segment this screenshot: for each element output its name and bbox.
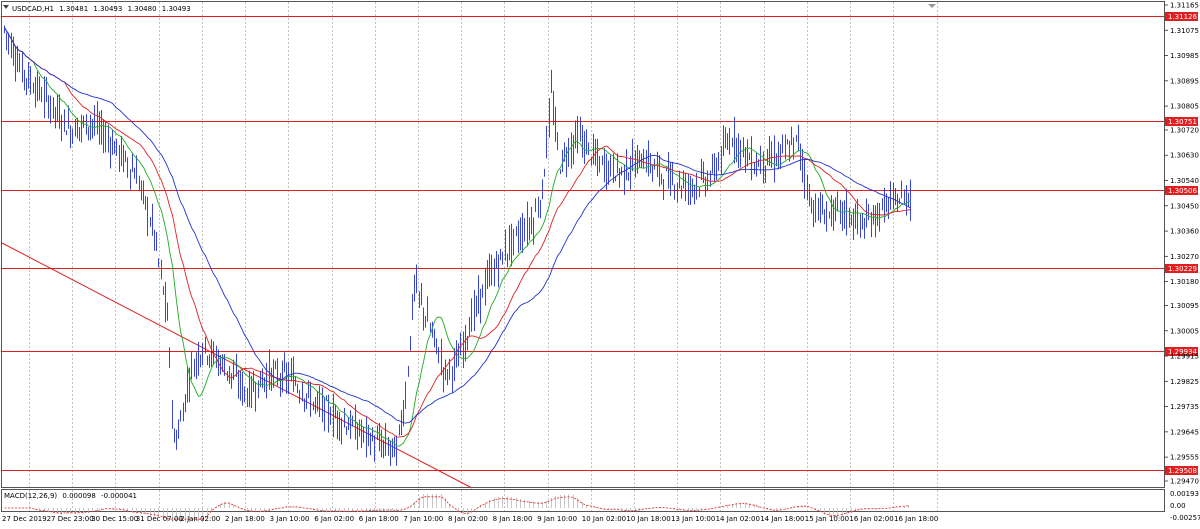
price-tick-label: 1.29735 [1170, 403, 1199, 411]
macd-axis-label: 0.00 [1170, 502, 1186, 510]
chart-canvas[interactable]: 1.311261.307511.305061.302291.299341.295… [0, 0, 1200, 525]
metatrader-chart-window: 1.31126 1.30751 1.30506 1.30229 1.29934 1.295… [0, 0, 1200, 525]
level-price-label: 1.31126 [1168, 13, 1197, 21]
price-tick-label: 1.30360 [1170, 228, 1199, 236]
time-axis-label: 2 Jan 18:00 [225, 515, 265, 523]
price-tick-label: 1.29825 [1170, 378, 1199, 386]
time-axis-label: 14 Jan 18:00 [760, 515, 804, 523]
price-tick-label: 1.30720 [1170, 126, 1199, 134]
price-tick-label: 1.31165 [1170, 2, 1199, 10]
price-tick-label: 1.30095 [1170, 302, 1199, 310]
macd-axis-label: -0.00257 [1170, 514, 1200, 522]
price-tick-label: 1.31075 [1170, 27, 1199, 35]
time-axis-label: 31 Dec 07:00 [136, 515, 183, 523]
price-tick-label: 1.30270 [1170, 253, 1199, 261]
level-price-label: 1.29508 [1168, 467, 1197, 475]
time-axis-label: 14 Jan 02:00 [716, 515, 760, 523]
price-tick-label: 1.30005 [1170, 327, 1199, 335]
time-axis-label: 30 Dec 15:00 [91, 515, 138, 523]
level-price-label: 1.30506 [1168, 187, 1197, 195]
price-tick-label: 1.29555 [1170, 454, 1199, 462]
macd-subwindow-frame [1, 489, 1165, 512]
time-axis-label: 8 Jan 02:00 [448, 515, 488, 523]
chart-symbol-label: USDCAD,H1 1.30481 1.30493 1.30480 1.3049… [12, 5, 191, 13]
time-axis-label: 10 Jan 02:00 [582, 515, 626, 523]
time-axis-label: 7 Jan 10:00 [403, 515, 443, 523]
time-axis-label: 13 Jan 10:00 [671, 515, 715, 523]
time-axis: 27 Dec 2019 27 Dec 23:0030 Dec 15:0031 De… [2, 515, 938, 523]
price-axis: 1.31165 1.31075 1.30985 1.30895 1.30805 1.307… [1164, 2, 1200, 522]
macd-axis-label: 0.00193 [1170, 490, 1199, 498]
price-tick-label: 1.30895 [1170, 77, 1199, 85]
time-axis-label: 6 Jan 18:00 [359, 515, 399, 523]
price-tick-label: 1.30180 [1170, 278, 1199, 286]
time-axis-label: 6 Jan 02:00 [314, 515, 354, 523]
time-axis-label: 16 Jan 18:00 [894, 515, 938, 523]
time-axis-label: 9 Jan 10:00 [537, 515, 577, 523]
level-price-label: 1.30229 [1168, 265, 1197, 273]
price-tick-label: 1.29915 [1170, 353, 1199, 361]
price-tick-label: 1.30450 [1170, 202, 1199, 210]
price-tick-label: 1.30630 [1170, 152, 1199, 160]
time-axis-label: 27 Dec 23:00 [47, 515, 94, 523]
time-axis-label: 10 Jan 18:00 [626, 515, 670, 523]
main-chart-frame [1, 1, 1165, 488]
price-tick-label: 1.30805 [1170, 103, 1199, 111]
time-axis-label: 15 Jan 10:00 [805, 515, 849, 523]
price-tick-label: 1.29470 [1170, 478, 1199, 486]
time-axis-label: 8 Jan 18:00 [493, 515, 533, 523]
time-axis-label: 16 Jan 02:00 [849, 515, 893, 523]
time-axis-label: 3 Jan 10:00 [270, 515, 310, 523]
price-tick-label: 1.30985 [1170, 52, 1199, 60]
price-tick-label: 1.29645 [1170, 428, 1199, 436]
macd-label: MACD(12,26,9) 0.000098 -0.000041 [4, 492, 137, 500]
time-axis-label: 2 Jan 02:00 [180, 515, 220, 523]
time-axis-label: 27 Dec 2019 [2, 515, 47, 523]
level-price-label: 1.30751 [1168, 118, 1197, 126]
price-tick-label: 1.30540 [1170, 177, 1199, 185]
